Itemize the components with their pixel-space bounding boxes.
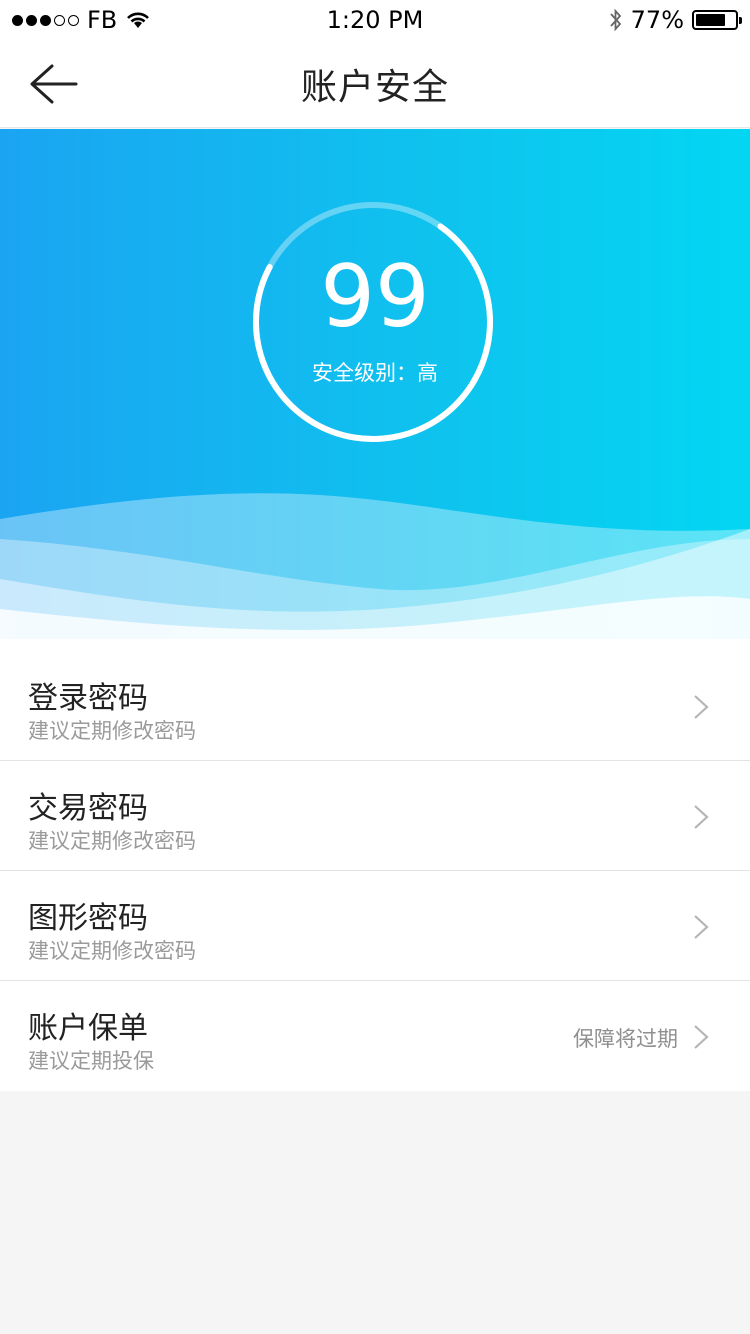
item-title: 登录密码: [28, 681, 148, 716]
arrow-left-icon[interactable]: [28, 62, 78, 106]
item-subtitle: 建议定期修改密码: [28, 829, 196, 853]
item-subtitle: 建议定期修改密码: [28, 939, 196, 963]
chevron-right-icon: [694, 1025, 709, 1049]
list-item-trade-password[interactable]: 交易密码 建议定期修改密码: [0, 761, 750, 871]
security-score: 99: [320, 247, 430, 347]
wave-decoration: [0, 493, 750, 651]
item-title: 账户保单: [28, 1011, 148, 1046]
signal-icon: [12, 14, 79, 26]
status-bar: FB 1:20 PM 77%: [0, 0, 750, 40]
chevron-right-icon: [694, 695, 709, 719]
list-item-pattern-password[interactable]: 图形密码 建议定期修改密码: [0, 871, 750, 981]
status-left: FB: [12, 6, 151, 34]
carrier-label: FB: [87, 6, 118, 34]
security-settings-list: 登录密码 建议定期修改密码 交易密码 建议定期修改密码 图形密码 建议定期修改密…: [0, 651, 750, 1091]
chevron-right-icon: [694, 915, 709, 939]
item-title: 交易密码: [28, 791, 148, 826]
item-title: 图形密码: [28, 901, 148, 936]
status-right: 77%: [609, 6, 742, 34]
security-hero: 99 安全级别：高: [0, 129, 750, 651]
battery-percent: 77%: [630, 6, 684, 34]
item-subtitle: 建议定期修改密码: [28, 719, 196, 743]
chevron-right-icon: [694, 805, 709, 829]
item-subtitle: 建议定期投保: [28, 1049, 154, 1073]
security-level: 安全级别：高: [312, 361, 438, 385]
policy-status-text: 保障将过期: [573, 1027, 678, 1051]
bluetooth-icon: [609, 8, 621, 32]
list-item-login-password[interactable]: 登录密码 建议定期修改密码: [0, 651, 750, 761]
battery-icon: [692, 10, 742, 30]
page-title: 账户安全: [300, 66, 449, 108]
nav-bar: 账户安全: [0, 40, 750, 128]
list-item-account-policy[interactable]: 账户保单 建议定期投保 保障将过期: [0, 981, 750, 1091]
wifi-icon: [127, 12, 150, 28]
